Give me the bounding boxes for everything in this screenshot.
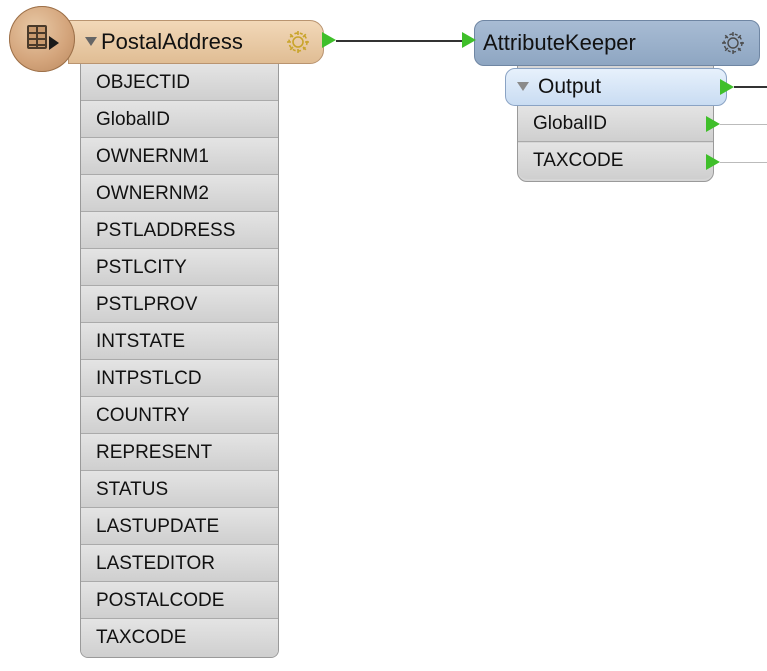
reader-format-icon[interactable]: [9, 6, 75, 72]
output-port-header[interactable]: Output: [505, 68, 727, 106]
attribute-row[interactable]: COUNTRY: [81, 397, 278, 434]
attribute-row[interactable]: STATUS: [81, 471, 278, 508]
attribute-port[interactable]: [706, 116, 720, 132]
attribute-row[interactable]: PSTLPROV: [81, 286, 278, 323]
attribute-row[interactable]: TAXCODE: [81, 619, 278, 657]
output-port[interactable]: [720, 79, 734, 95]
attribute-row[interactable]: INTPSTLCD: [81, 360, 278, 397]
attribute-row[interactable]: OBJECTID: [81, 64, 278, 101]
attribute-row[interactable]: REPRESENT: [81, 434, 278, 471]
attribute-row[interactable]: LASTEDITOR: [81, 545, 278, 582]
attribute-connection-line: [720, 162, 767, 163]
reader-title: PostalAddress: [101, 29, 243, 54]
connection-line[interactable]: [336, 40, 464, 42]
gear-icon[interactable]: [284, 28, 312, 56]
output-attribute-row[interactable]: GlobalID: [518, 106, 713, 142]
reader-attribute-list: OBJECTID GlobalID OWNERNM1 OWNERNM2 PSTLADDR…: [80, 64, 279, 658]
reader-output-port[interactable]: [322, 32, 336, 48]
output-attribute-row[interactable]: TAXCODE: [518, 143, 713, 179]
gear-icon[interactable]: [719, 29, 747, 57]
attribute-port[interactable]: [706, 154, 720, 170]
attribute-connection-line: [720, 124, 767, 125]
collapse-triangle-icon[interactable]: [85, 37, 97, 46]
attribute-row[interactable]: PSTLADDRESS: [81, 212, 278, 249]
attribute-row[interactable]: PSTLCITY: [81, 249, 278, 286]
output-connection-line[interactable]: [734, 86, 767, 88]
attribute-row[interactable]: LASTUPDATE: [81, 508, 278, 545]
attribute-row[interactable]: POSTALCODE: [81, 582, 278, 619]
arrow-right-icon: [49, 36, 59, 50]
reader-feature-type-header[interactable]: PostalAddress: [68, 20, 324, 64]
output-port-label: Output: [538, 75, 602, 98]
attribute-row[interactable]: GlobalID: [81, 101, 278, 138]
attribute-row[interactable]: INTSTATE: [81, 323, 278, 360]
collapse-triangle-icon[interactable]: [517, 82, 529, 91]
transformer-input-port[interactable]: [462, 32, 476, 48]
transformer-title: AttributeKeeper: [483, 30, 636, 55]
attribute-row[interactable]: OWNERNM2: [81, 175, 278, 212]
table-icon: [27, 25, 47, 49]
transformer-header[interactable]: AttributeKeeper: [474, 20, 760, 66]
attribute-row[interactable]: OWNERNM1: [81, 138, 278, 175]
